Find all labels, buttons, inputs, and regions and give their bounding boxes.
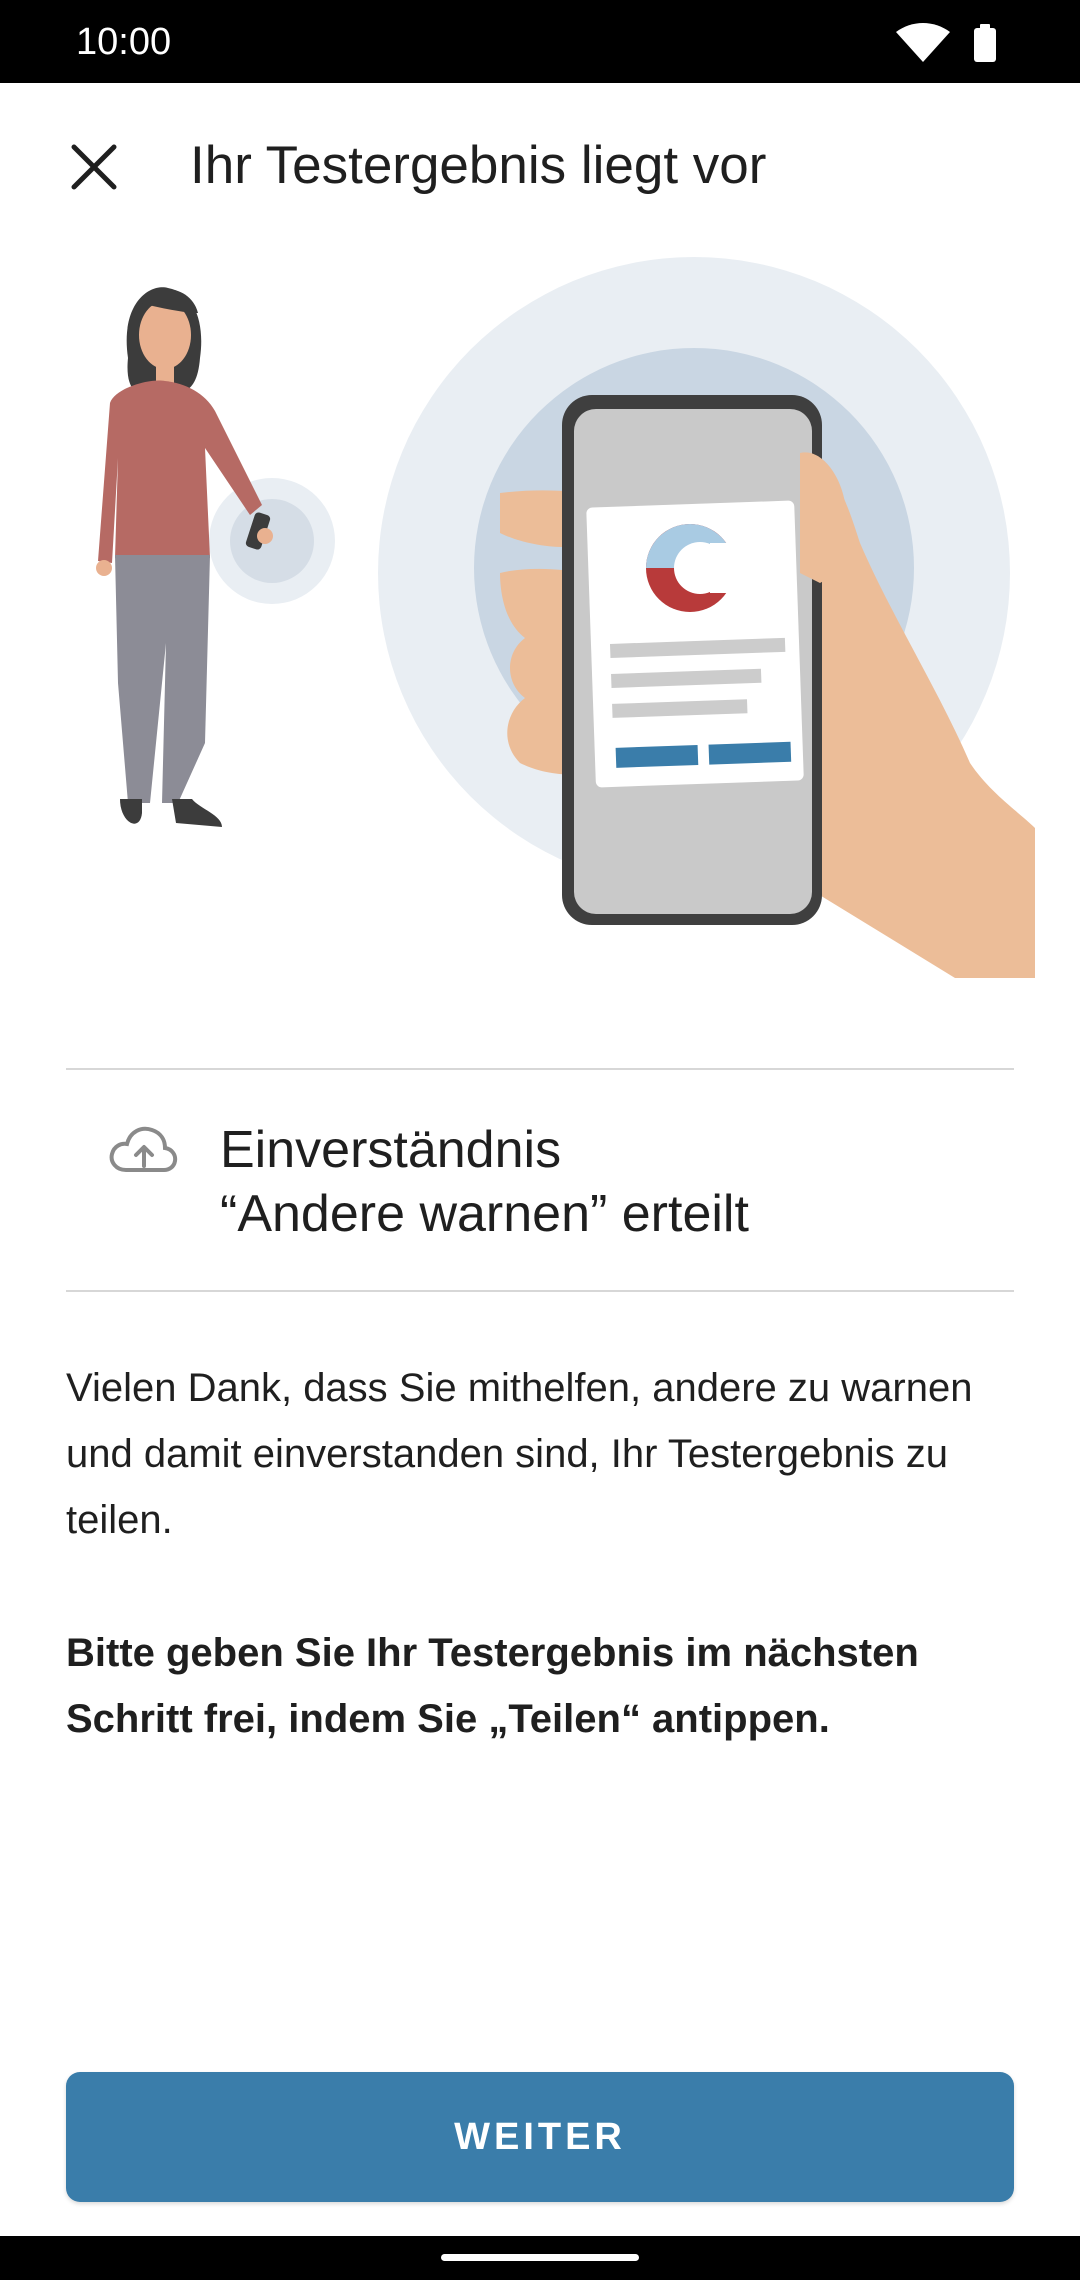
continue-button[interactable]: WEITER [66,2072,1014,2202]
divider-top [66,1068,1014,1070]
cloud-upload-icon [109,1126,178,1172]
consent-title-line1: Einverständnis [220,1121,562,1179]
illustration-person-phone [96,257,1035,979]
page-title: Ihr Testergebnis liegt vor [190,136,767,195]
battery-icon [974,24,996,62]
status-bar: 10:00 [0,0,1080,83]
close-icon[interactable] [54,127,134,207]
wifi-icon [896,23,950,62]
status-icons [896,23,996,62]
navigation-bar [0,2236,1080,2280]
thank-you-text: Vielen Dank, dass Sie mithelfen, andere … [66,1366,973,1542]
consent-title-line2: “Andere warnen” erteilt [220,1185,749,1243]
divider-bottom [66,1290,1014,1292]
status-time: 10:00 [76,21,172,63]
top-app-bar: Ihr Testergebnis liegt vor [0,83,1080,243]
home-gesture-handle[interactable] [441,2254,639,2261]
instruction-text: Bitte geben Sie Ihr Testergebnis im näch… [66,1631,919,1741]
consent-title: Einverständnis “Andere warnen” erteilt [220,1118,1040,1246]
